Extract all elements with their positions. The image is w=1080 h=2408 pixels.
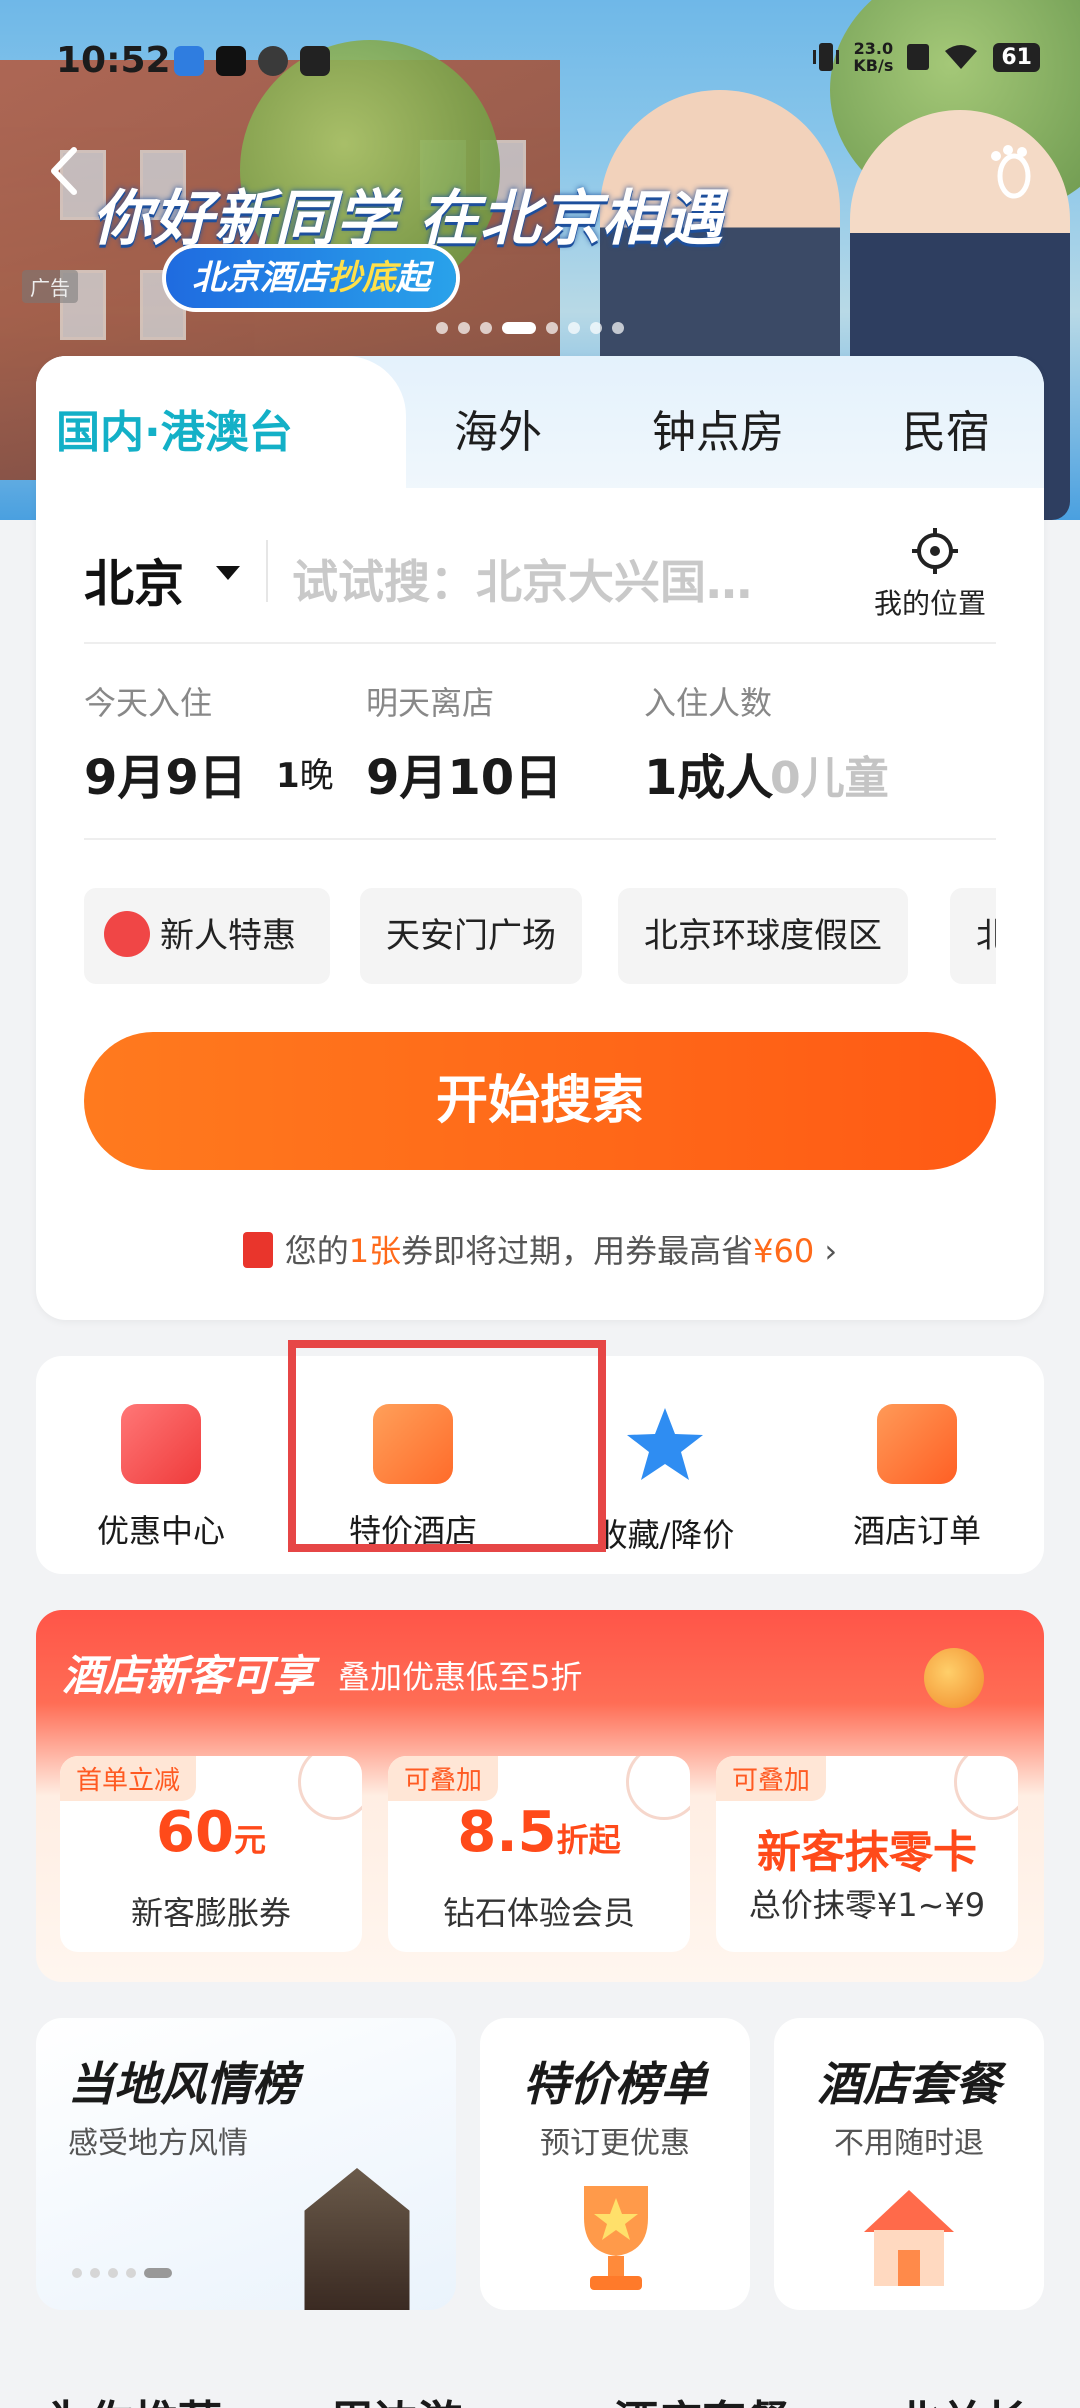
feed-tab-packages[interactable]: 酒店套餐 (614, 2386, 790, 2408)
carousel-dot (436, 322, 448, 334)
locate-icon[interactable] (912, 528, 958, 574)
carousel-dot (568, 322, 580, 334)
tile-special-ranking[interactable]: 特价榜单 预订更优惠 (480, 2018, 750, 2310)
tab-overseas[interactable]: 海外 (454, 396, 542, 460)
chevron-right-icon: › (814, 1232, 838, 1270)
house-icon (864, 2190, 954, 2286)
chip-tiananmen[interactable]: 天安门广场 (360, 888, 582, 984)
app-notification-icon (300, 46, 330, 76)
region-tabs: 国内·港澳台 海外 钟点房 民宿 (36, 356, 1044, 492)
promo-title: 酒店新客可享 (62, 1651, 315, 1700)
app-notification-icon (258, 46, 288, 76)
red-envelope-icon (242, 1232, 273, 1268)
carousel-dot (546, 322, 558, 334)
new-customer-promo[interactable]: 酒店新客可享 叠加优惠低至5折 首单立减 60元 新客膨胀券 可叠加 8.5折起… (36, 1610, 1044, 1982)
start-search-button[interactable]: 开始搜索 (84, 1032, 996, 1170)
trophy-icon (584, 2186, 648, 2290)
tab-domestic[interactable]: 国内·港澳台 (56, 396, 293, 460)
city-selector[interactable]: 北京 (84, 544, 184, 616)
app-notification-icon (174, 46, 204, 76)
checkout-label: 明天离店 (366, 684, 495, 722)
star-icon (627, 1408, 703, 1480)
checkout-date[interactable]: 9月10日 (366, 738, 562, 808)
carousel-dot (612, 322, 624, 334)
my-location-button[interactable]: 我的位置 (874, 582, 986, 622)
tab-homestay[interactable]: 民宿 (902, 396, 990, 460)
feed-tab-nearby[interactable]: 周边游 (330, 2386, 462, 2408)
banner-headline: 你好新同学 在北京相遇 (92, 184, 724, 254)
chip-more[interactable]: 北 (950, 888, 996, 984)
coupon-expiry-notice[interactable]: 您的1张券即将过期，用券最高省¥60 › (36, 1226, 1044, 1272)
children-count[interactable]: 0儿童 (770, 742, 889, 806)
highlight-annotation-box (288, 1340, 606, 1552)
quick-chips: 新人特惠 天安门广场 北京环球度假区 北 (84, 888, 996, 984)
nights-count: 1晚 (276, 756, 334, 796)
carousel-dot-active (502, 322, 536, 334)
promo-card-coupon[interactable]: 首单立减 60元 新客膨胀券 (60, 1756, 362, 1952)
tiktok-icon (216, 46, 246, 76)
menu-hotel-orders[interactable]: 酒店订单 (802, 1404, 1032, 1552)
carousel-dots (436, 322, 624, 334)
menu-discount-center[interactable]: 优惠中心 (46, 1404, 276, 1552)
tile-hotel-packages[interactable]: 酒店套餐 不用随时退 (774, 2018, 1044, 2310)
feed-tab-more[interactable]: 北关长 (896, 2386, 1028, 2408)
promo-card-rounding[interactable]: 可叠加 新客抹零卡 总价抹零¥1~¥9 (716, 1756, 1018, 1952)
adults-count[interactable]: 1成人 (644, 738, 773, 808)
chip-new-user-offer[interactable]: 新人特惠 (84, 888, 330, 984)
banner-subtitle: 北京酒店抄底起 (166, 248, 456, 308)
tile-local-ranking[interactable]: 当地风情榜 感受地方风情 (36, 2018, 456, 2310)
chip-universal-resort[interactable]: 北京环球度假区 (618, 888, 908, 984)
carousel-dot (458, 322, 470, 334)
feed-tab-recommend[interactable]: 为你推荐 (46, 2386, 222, 2408)
checkin-label: 今天入住 (84, 684, 213, 722)
tab-hourly[interactable]: 钟点房 (652, 396, 784, 460)
status-bar: 10:52 23.0 KB/s 61 (56, 40, 1040, 90)
carousel-dot (480, 322, 492, 334)
back-arrow-icon[interactable] (44, 146, 84, 196)
guests-label: 入住人数 (644, 684, 773, 722)
carousel-dot (590, 322, 602, 334)
claimed-stamp-icon (954, 1756, 1018, 1820)
network-speed: 23.0 KB/s (853, 39, 894, 75)
coupon-icon (121, 1404, 201, 1484)
feed-tabs: 为你推荐 周边游 酒店套餐 北关长 (0, 2370, 1080, 2408)
sim-icon (907, 44, 930, 70)
order-icon (877, 1404, 957, 1484)
tile-carousel-dots (72, 2268, 172, 2278)
coin-icon (924, 1648, 984, 1708)
footprint-icon[interactable] (980, 142, 1040, 202)
clock: 10:52 (56, 40, 171, 81)
keyword-search-input[interactable]: 试试搜：北京大兴国… (292, 546, 752, 612)
promo-subtitle: 叠加优惠低至5折 (338, 1658, 583, 1696)
hotel-search-card: 国内·港澳台 海外 钟点房 民宿 北京 试试搜：北京大兴国… 我的位置 今天入住… (36, 356, 1044, 1320)
vibrate-icon (813, 43, 840, 71)
battery-indicator: 61 (993, 42, 1040, 72)
caret-down-icon[interactable] (216, 566, 240, 580)
gift-icon (104, 910, 150, 957)
museum-building-icon (304, 2168, 410, 2310)
promo-card-membership[interactable]: 可叠加 8.5折起 钻石体验会员 (388, 1756, 690, 1952)
ad-tag: 广告 (22, 270, 78, 303)
checkin-date[interactable]: 9月9日 (84, 738, 247, 808)
wifi-icon (945, 45, 978, 69)
